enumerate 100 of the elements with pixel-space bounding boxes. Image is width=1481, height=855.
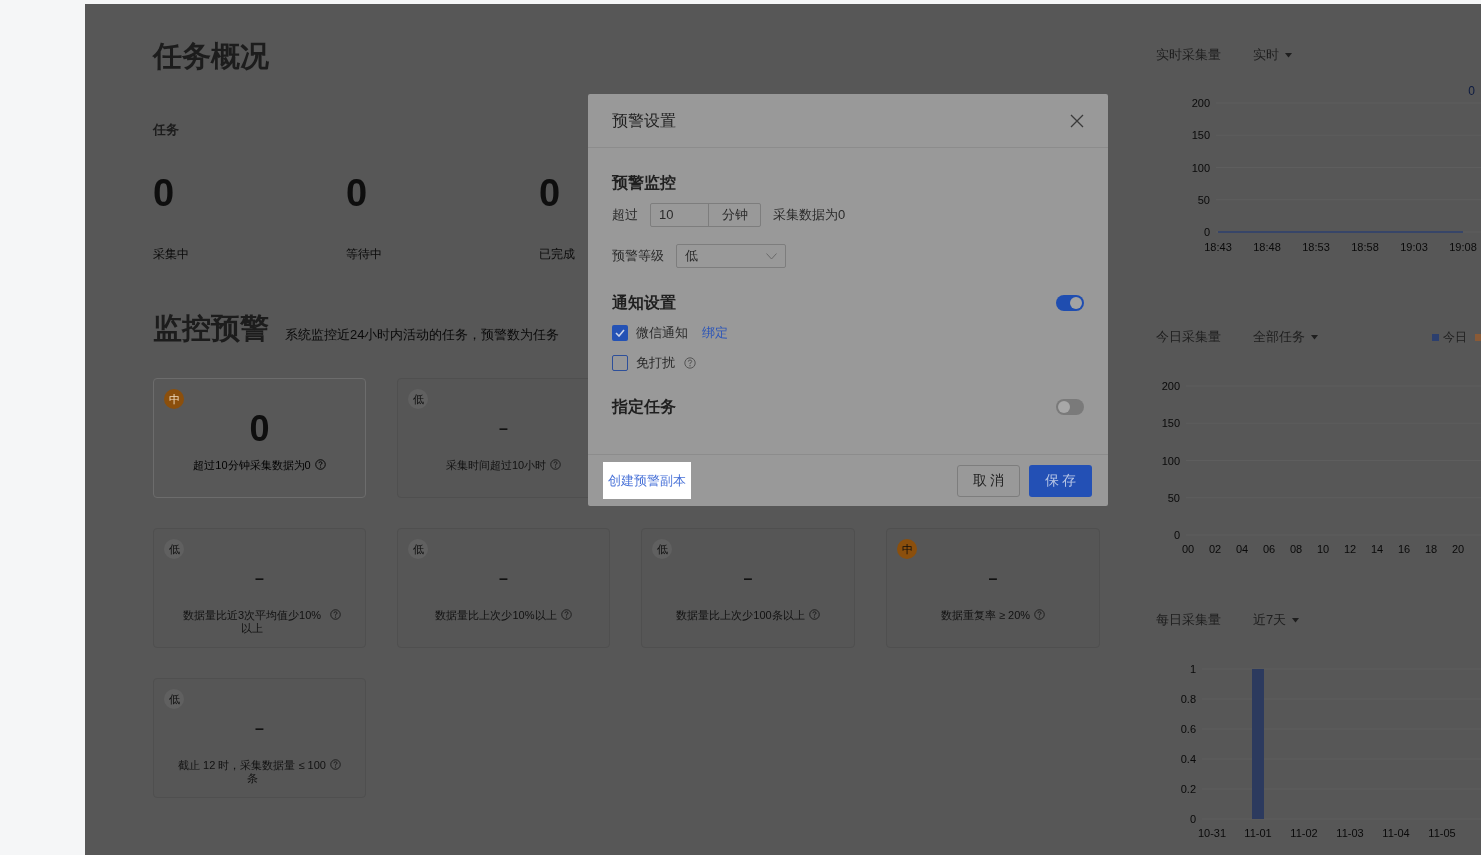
condition-text: 采集数据为0 <box>773 206 846 225</box>
axis-label: 0 <box>1203 226 1210 238</box>
axis-label: 150 <box>1161 417 1180 430</box>
level-badge: 低 <box>164 689 184 709</box>
minutes-field[interactable]: 10 分钟 <box>650 203 761 227</box>
axis-label: 19:03 <box>1400 241 1428 253</box>
axis-label: 11-05 <box>1428 827 1456 839</box>
axis-label: 11-04 <box>1382 827 1410 839</box>
alert-value: – <box>988 569 998 589</box>
level-badge: 低 <box>652 539 672 559</box>
checkbox[interactable] <box>612 325 628 341</box>
toggle-switch[interactable] <box>1056 399 1084 415</box>
axis-label: 0 <box>1189 813 1196 825</box>
filter-dropdown[interactable]: 实时 <box>1253 45 1292 65</box>
toggle-switch[interactable] <box>1056 295 1084 311</box>
stat-label: 采集中 <box>153 246 189 262</box>
axis-label: 00 <box>1181 543 1195 555</box>
field-label: 预警等级 <box>612 247 664 266</box>
help-icon <box>1034 609 1046 620</box>
alert-value: – <box>499 569 508 589</box>
axis-label: 02 <box>1208 543 1222 555</box>
level-badge: 低 <box>164 539 184 559</box>
level-select[interactable]: 低 <box>676 244 786 268</box>
alert-description: 数据量比上次少100条以上 <box>676 609 805 622</box>
axis-label: 19:08 <box>1449 241 1477 253</box>
axis-label: 18:58 <box>1351 241 1379 253</box>
axis-label: 18 <box>1424 543 1438 555</box>
axis-label: 04 <box>1235 543 1249 555</box>
help-icon <box>808 609 820 620</box>
alert-value: – <box>255 569 264 589</box>
alert-value: – <box>499 419 508 439</box>
axis-label: 200 <box>1161 380 1180 392</box>
axis-label: 10 <box>1316 543 1330 555</box>
axis-label: 16 <box>1397 543 1411 555</box>
section-title: 监控预警 <box>153 311 269 346</box>
help-icon <box>330 759 341 770</box>
axis-label: 150 <box>1191 129 1210 142</box>
save-button[interactable]: 保 存 <box>1029 464 1092 497</box>
check-icon <box>615 329 625 337</box>
axis-label: 14 <box>1370 543 1384 555</box>
axis-label: 50 <box>1197 193 1210 206</box>
axis-label: 1 <box>1189 663 1196 675</box>
legend-marker <box>1475 333 1481 341</box>
axis-label: 50 <box>1167 491 1180 504</box>
level-badge: 中 <box>164 389 184 409</box>
axis-label: 0.4 <box>1180 753 1196 765</box>
axis-label: 18:48 <box>1253 241 1281 253</box>
alert-value: 0 <box>249 407 270 451</box>
form-section-title: 预警监控 <box>612 173 676 193</box>
checkbox-label: 微信通知 <box>636 324 688 343</box>
axis-label: 0.6 <box>1180 723 1196 735</box>
axis-label: 12 <box>1343 543 1357 555</box>
axis-label: 11-03 <box>1336 827 1364 839</box>
unit-label: 分钟 <box>720 206 749 225</box>
checkbox-label: 免打扰 <box>636 354 675 373</box>
close-button[interactable] <box>1070 113 1084 128</box>
field-label: 超过 <box>612 206 638 225</box>
axis-label: 11-01 <box>1244 827 1272 839</box>
cancel-button[interactable]: 取 消 <box>957 464 1020 497</box>
alert-value: – <box>743 569 753 589</box>
help-icon <box>330 609 341 620</box>
caret-icon <box>1285 52 1292 58</box>
copy-alert-link[interactable]: 创建预警副本 <box>603 462 691 499</box>
checkbox[interactable] <box>612 355 628 371</box>
help-icon <box>550 459 562 470</box>
alert-description: 采集时间超过10小时 <box>445 459 547 472</box>
axis-label: 100 <box>1161 454 1180 467</box>
level-badge: 中 <box>897 539 917 559</box>
axis-label: 200 <box>1191 97 1210 109</box>
section-label: 任务 <box>153 121 179 139</box>
section-subtitle: 系统监控近24小时内活动的任务，预警数为任务 <box>285 326 560 344</box>
stat-label: 已完成 <box>539 246 575 262</box>
alert-description: 数据量比近3次平均值少10%以上 <box>181 609 323 635</box>
stat-value: 0 <box>346 171 368 215</box>
axis-label: 20 <box>1451 543 1465 555</box>
axis-label: 11-02 <box>1290 827 1318 839</box>
bind-link[interactable]: 绑定 <box>702 323 728 343</box>
dialog-title: 预警设置 <box>612 110 676 131</box>
caret-icon <box>1292 617 1300 623</box>
stat-value: 0 <box>539 171 561 215</box>
axis-label: 06 <box>1262 543 1276 555</box>
chevron-down-icon <box>766 252 777 260</box>
stat-value: 0 <box>153 171 175 215</box>
close-icon <box>1070 113 1084 128</box>
caret-icon <box>1311 334 1318 340</box>
level-badge: 低 <box>408 389 428 409</box>
stat-label: 等待中 <box>346 246 382 262</box>
alert-description: 数据重复率 ≥ 20% <box>940 609 1031 622</box>
axis-label: 18:43 <box>1204 241 1232 253</box>
axis-label: 0.8 <box>1180 693 1196 705</box>
alert-value: – <box>255 719 264 739</box>
axis-label: 18:53 <box>1302 241 1330 253</box>
alert-description: 数据量比上次少10%以上 <box>435 609 557 622</box>
axis-label: 08 <box>1289 543 1303 555</box>
help-icon <box>314 459 326 470</box>
level-badge: 低 <box>408 539 428 559</box>
page-title: 任务概况 <box>153 39 269 74</box>
total-count: 0 <box>1468 83 1475 100</box>
alert-description: 超过10分钟采集数据为0 <box>193 459 311 472</box>
axis-label: 0.2 <box>1180 783 1196 795</box>
